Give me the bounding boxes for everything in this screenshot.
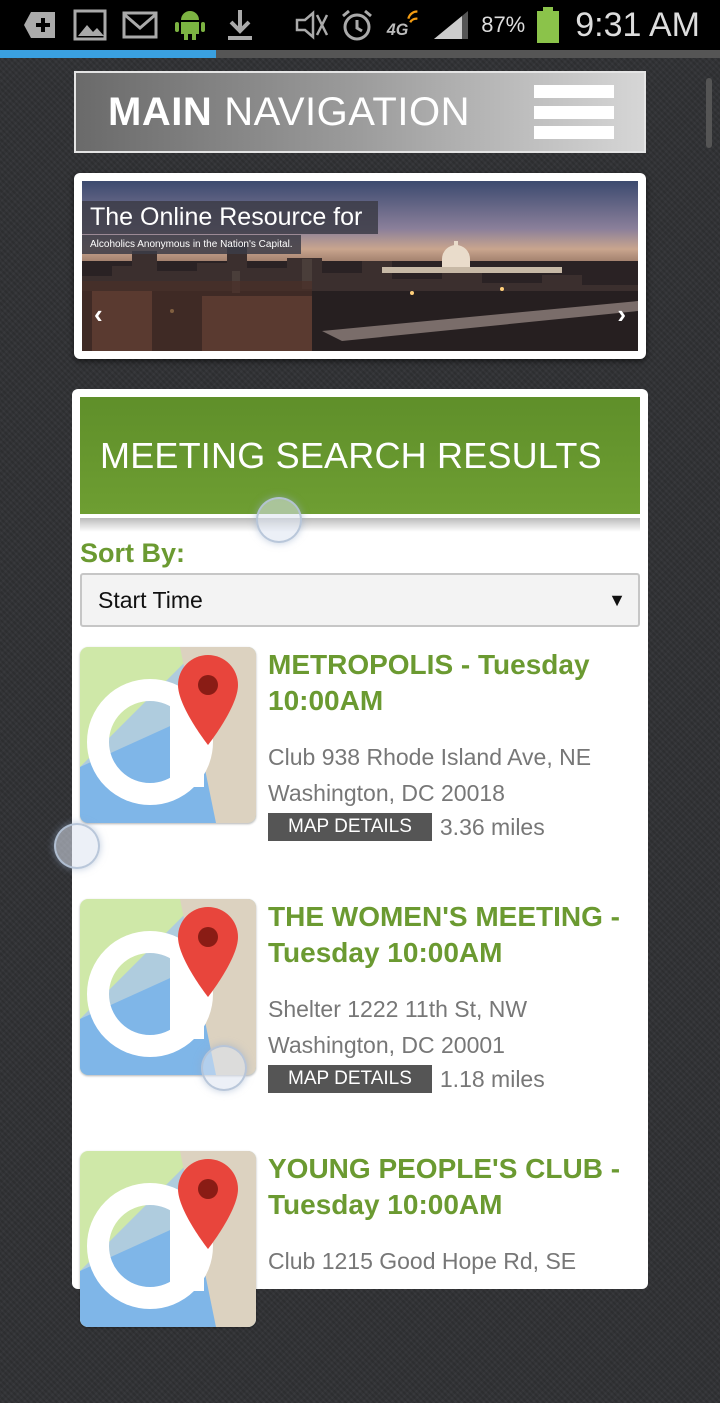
sort-select-value: Start Time bbox=[98, 586, 203, 613]
menu-icon[interactable] bbox=[534, 85, 614, 139]
distance: 3.36 miles bbox=[439, 813, 545, 840]
battery-icon bbox=[535, 7, 561, 43]
signal-icon bbox=[431, 7, 471, 43]
meeting-address-line2: Washington, DC 20001 bbox=[268, 1032, 505, 1058]
results-card: MEETING SEARCH RESULTS Sort By: Start Ti… bbox=[72, 389, 648, 1327]
battery-percent: 87% bbox=[481, 12, 526, 37]
sort-select[interactable]: Start Time ▼ bbox=[80, 573, 640, 627]
banner-headline: The Online Resource for bbox=[82, 201, 379, 234]
google-maps-icon[interactable] bbox=[80, 647, 256, 823]
add-icon bbox=[22, 7, 58, 43]
chevron-down-icon: ▼ bbox=[608, 589, 626, 610]
meeting-address-line1: Club 938 Rhode Island Ave, NE bbox=[268, 744, 592, 770]
meeting-address-line1: Club 1215 Good Hope Rd, SE bbox=[268, 1248, 577, 1274]
meeting-title[interactable]: THE WOMEN'S MEETING - Tuesday 10:00AM bbox=[268, 899, 640, 971]
download-icon bbox=[222, 7, 258, 43]
main-navigation-title-bold: MAIN bbox=[108, 89, 213, 134]
touch-indicator bbox=[256, 497, 302, 543]
list-item: THE WOMEN'S MEETING - Tuesday 10:00AM Sh… bbox=[80, 899, 640, 1151]
scrollbar[interactable] bbox=[706, 78, 712, 148]
main-navigation-title: MAIN NAVIGATION bbox=[76, 90, 470, 135]
meeting-address-line1: Shelter 1222 11th St, NW bbox=[268, 996, 528, 1022]
mute-icon bbox=[293, 7, 329, 43]
main-navigation-bar[interactable]: MAIN NAVIGATION bbox=[74, 71, 646, 153]
image-icon bbox=[72, 7, 108, 43]
map-details-button[interactable]: MAP DETAILS bbox=[268, 1065, 432, 1093]
page-load-progress-fill bbox=[0, 50, 216, 58]
sort-by-label: Sort By: bbox=[80, 538, 186, 568]
list-item: METROPOLIS - Tuesday 10:00AM Club 938 Rh… bbox=[80, 647, 640, 899]
banner-card: The Online Resource for Alcoholics Anony… bbox=[74, 173, 646, 359]
alarm-icon bbox=[339, 7, 375, 43]
map-details-button[interactable]: MAP DETAILS bbox=[268, 813, 432, 841]
gmail-icon bbox=[122, 7, 158, 43]
svg-text:4G: 4G bbox=[386, 21, 409, 39]
header-divider bbox=[80, 518, 640, 532]
meeting-title[interactable]: METROPOLIS - Tuesday 10:00AM bbox=[268, 647, 640, 719]
4g-icon: 4G bbox=[385, 7, 421, 43]
previous-slide-button[interactable]: ‹ bbox=[94, 299, 103, 330]
google-maps-icon[interactable] bbox=[80, 1151, 256, 1327]
banner-slide[interactable]: The Online Resource for Alcoholics Anony… bbox=[82, 181, 638, 351]
distance: 1.18 miles bbox=[439, 1065, 545, 1092]
clock-time: 9:31 AM bbox=[575, 5, 700, 44]
banner-subheadline: Alcoholics Anonymous in the Nation's Cap… bbox=[82, 235, 301, 254]
meeting-title[interactable]: YOUNG PEOPLE'S CLUB - Tuesday 10:00AM bbox=[268, 1151, 640, 1223]
touch-indicator bbox=[54, 823, 100, 869]
android-icon bbox=[172, 7, 208, 43]
meeting-address-line2: Washington, DC 20018 bbox=[268, 780, 505, 806]
status-bar: 4G 87% 9:31 AM bbox=[0, 0, 720, 50]
results-list: METROPOLIS - Tuesday 10:00AM Club 938 Rh… bbox=[80, 647, 640, 1403]
next-slide-button[interactable]: › bbox=[617, 299, 626, 330]
page-load-progress bbox=[0, 50, 720, 58]
main-navigation-title-rest: NAVIGATION bbox=[224, 89, 470, 134]
list-item: YOUNG PEOPLE'S CLUB - Tuesday 10:00AM Cl… bbox=[80, 1151, 640, 1403]
results-heading: MEETING SEARCH RESULTS bbox=[80, 397, 640, 514]
touch-indicator bbox=[201, 1045, 247, 1091]
